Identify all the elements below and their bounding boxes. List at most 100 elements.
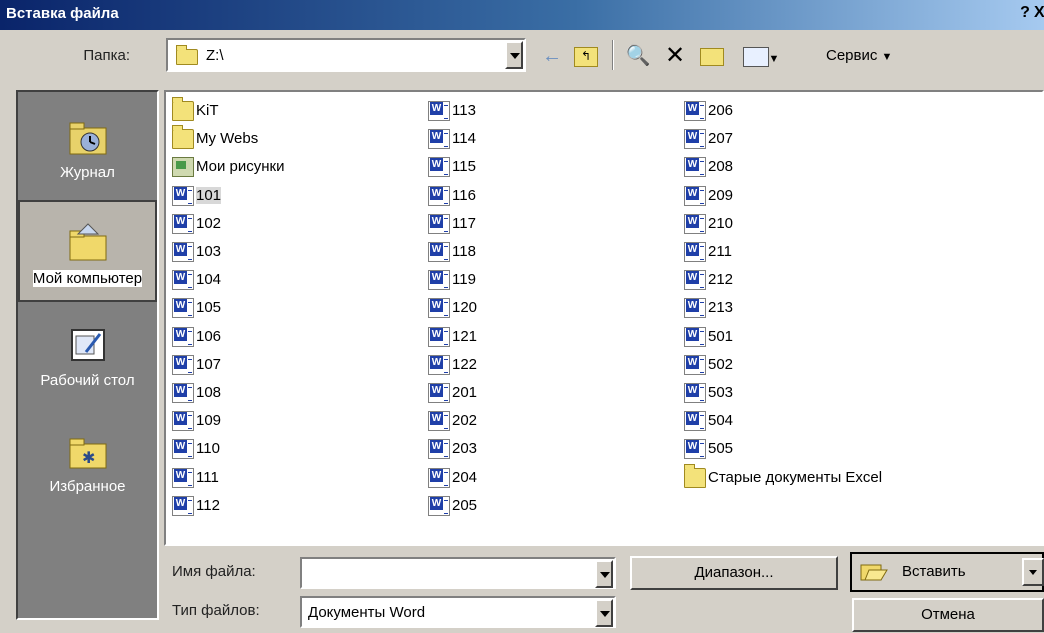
word-document-icon [172,354,194,375]
word-document-icon [684,270,706,291]
file-name: 120 [452,299,478,317]
file-item[interactable]: 203 [428,436,477,462]
file-item[interactable]: KiT [172,97,219,124]
cancel-button[interactable]: Отмена [852,598,1044,632]
file-item[interactable]: 209 [684,183,733,209]
file-item[interactable]: 202 [428,408,477,434]
file-item[interactable]: 208 [684,154,733,180]
word-document-icon [684,439,706,460]
close-button[interactable]: X [1034,4,1044,26]
file-item[interactable]: 114 [428,126,476,152]
file-name: 501 [708,327,734,345]
insert-button[interactable]: Вставить [850,552,1044,592]
file-name: 105 [196,299,222,317]
file-item[interactable]: 207 [684,126,733,152]
file-item[interactable]: 107 [172,352,221,378]
place-my-computer[interactable]: Мой компьютер [18,200,157,302]
file-name: 114 [452,130,476,148]
file-item[interactable]: 112 [172,493,220,519]
range-button[interactable]: Диапазон... [630,556,838,590]
file-name: 505 [708,440,734,458]
file-item[interactable]: 205 [428,493,477,519]
word-document-icon [172,439,194,460]
file-name: 210 [708,214,734,232]
file-item[interactable]: 505 [684,436,733,462]
word-document-icon [172,270,194,291]
file-item[interactable]: 119 [428,267,476,293]
up-folder-icon[interactable]: ↰ [572,42,600,70]
search-web-icon[interactable]: 🔍 [624,42,652,70]
file-name: Старые документы Excel [708,468,883,486]
file-item[interactable]: 503 [684,380,733,406]
file-item[interactable]: Старые документы Excel [684,463,883,491]
file-list[interactable]: KiT My Webs Мои рисунки 101 102 103 104 105 106 1… [164,90,1044,546]
file-item[interactable]: 122 [428,352,477,378]
insert-options-dropdown[interactable] [1022,558,1044,586]
file-name-dropdown-button[interactable] [595,560,613,588]
file-item[interactable]: 113 [428,98,476,124]
history-icon [66,114,110,158]
file-item[interactable]: 212 [684,267,733,293]
place-favorites[interactable]: ✱ Избранное [18,410,157,512]
file-name: 211 [708,243,732,260]
word-document-icon [684,213,706,234]
file-item[interactable]: 501 [684,324,733,350]
open-folder-icon [860,560,888,582]
file-item[interactable]: 204 [428,465,477,491]
file-item[interactable]: 111 [172,465,219,491]
help-button[interactable]: ? [1014,4,1036,26]
tools-menu[interactable]: Сервис ▼ [826,47,892,64]
file-item[interactable]: 108 [172,380,221,406]
file-name: 208 [708,158,734,176]
new-folder-icon[interactable] [698,42,726,70]
file-item[interactable]: 201 [428,380,477,406]
word-document-icon [684,129,706,150]
word-document-icon [684,326,706,347]
file-item[interactable]: 121 [428,324,477,350]
look-in-combo[interactable]: Z:\ [166,38,526,72]
file-item[interactable]: 115 [428,154,476,180]
file-item[interactable]: 210 [684,211,733,237]
file-name-field[interactable] [300,557,616,589]
word-document-icon [428,495,450,516]
file-type-dropdown-button[interactable] [595,599,613,627]
file-item[interactable]: 102 [172,211,221,237]
file-item[interactable]: Мои рисунки [172,154,285,180]
word-document-icon [172,467,194,488]
views-icon[interactable]: ▼ [738,42,784,70]
word-document-icon [428,439,450,460]
word-document-icon [684,354,706,375]
insert-button-label: Вставить [902,563,966,580]
file-type-combo[interactable]: Документы Word [300,596,616,628]
word-document-icon [172,213,194,234]
look-in-dropdown-button[interactable] [505,41,523,69]
file-item[interactable]: 101 [172,183,222,209]
file-item[interactable]: 110 [172,436,220,462]
file-item[interactable]: 116 [428,183,476,209]
place-label: Избранное [49,478,126,495]
file-item[interactable]: 120 [428,295,477,321]
word-document-icon [172,185,194,206]
back-arrow-icon[interactable]: ← [540,42,564,70]
file-item[interactable]: 103 [172,239,221,265]
place-history[interactable]: Журнал [18,96,157,198]
file-name: 122 [452,355,478,373]
delete-icon[interactable]: ✕ [662,42,688,70]
file-item[interactable]: My Webs [172,125,258,152]
file-item[interactable]: 206 [684,98,733,124]
file-name: 207 [708,130,734,148]
file-item[interactable]: 105 [172,295,221,321]
file-item[interactable]: 109 [172,408,221,434]
file-item[interactable]: 213 [684,295,733,321]
dialog-title: Вставка файла [6,5,119,22]
file-item[interactable]: 118 [428,239,476,265]
place-desktop[interactable]: Рабочий стол [18,304,157,406]
word-document-icon [428,185,450,206]
file-item[interactable]: 106 [172,324,221,350]
word-document-icon [428,242,450,263]
file-item[interactable]: 117 [428,211,476,237]
file-item[interactable]: 104 [172,267,221,293]
file-item[interactable]: 502 [684,352,733,378]
file-item[interactable]: 504 [684,408,733,434]
file-item[interactable]: 211 [684,239,732,265]
